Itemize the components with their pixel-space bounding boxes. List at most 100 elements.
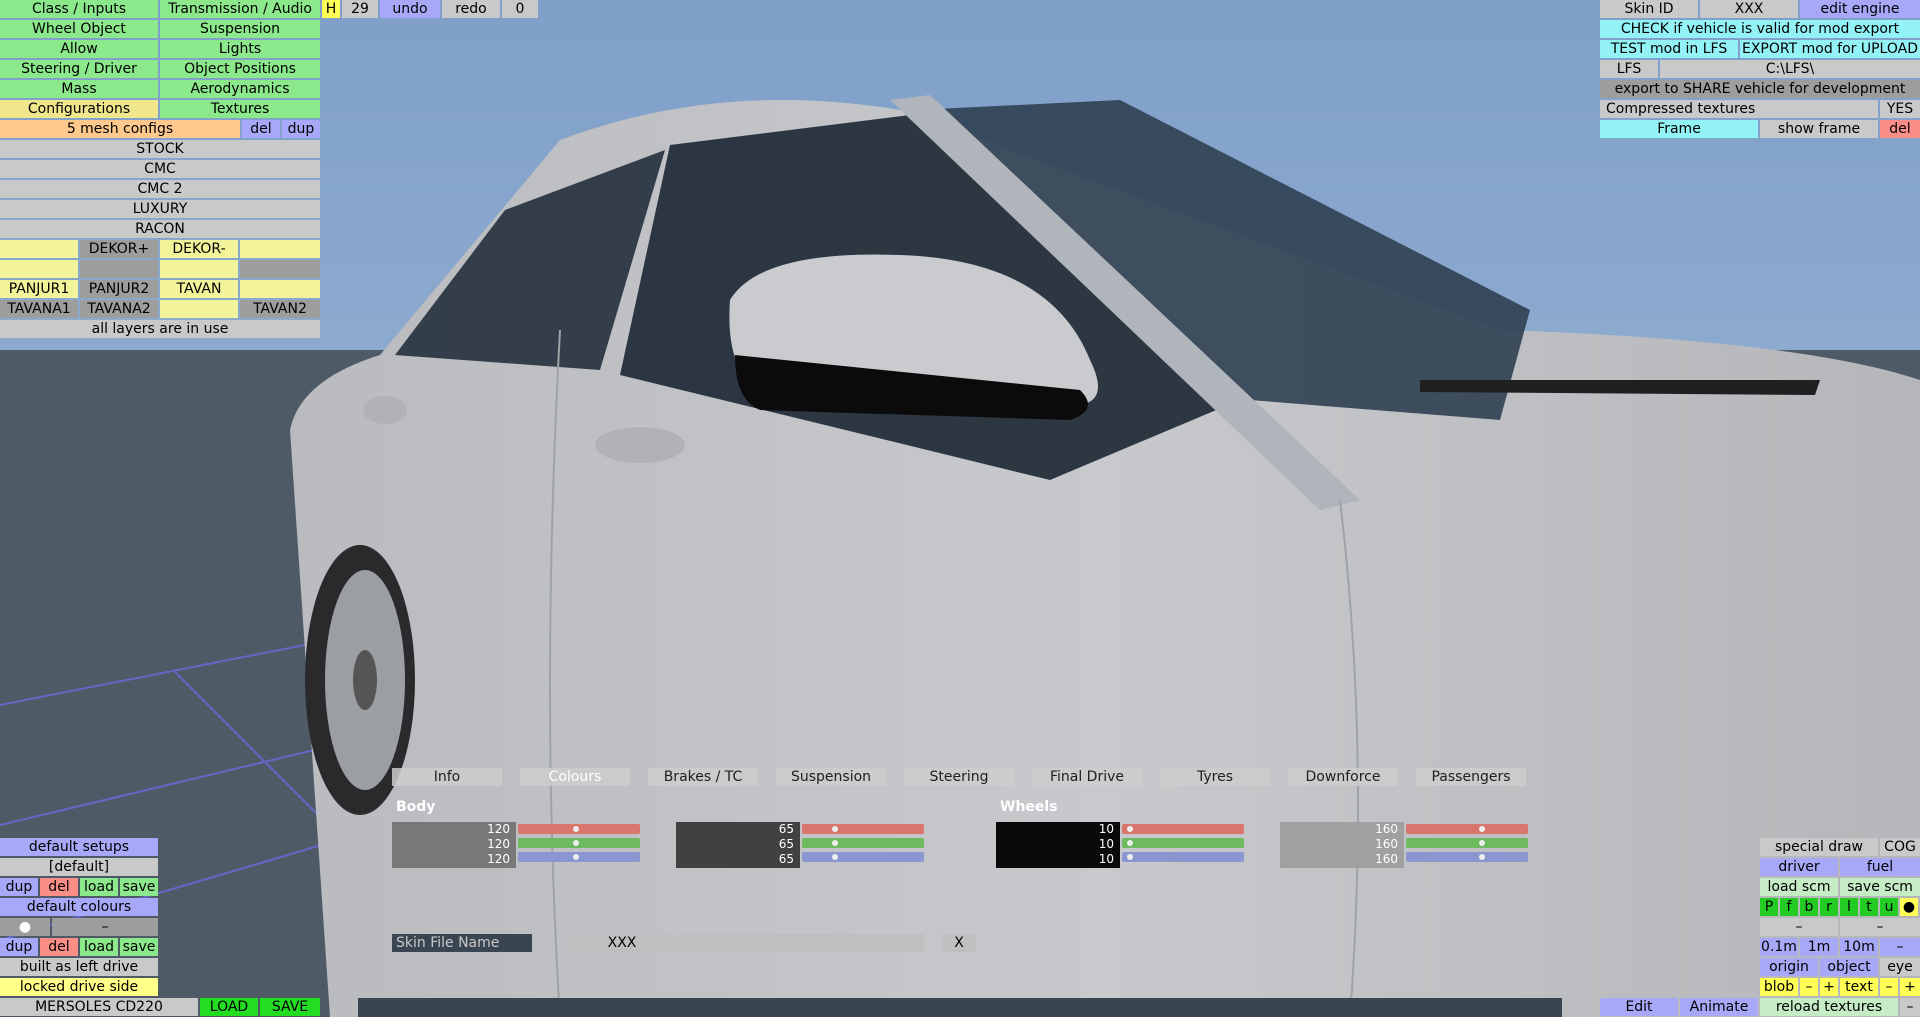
colour-load-button[interactable]: load bbox=[80, 938, 118, 956]
swatch-g-slider[interactable] bbox=[1122, 838, 1244, 848]
text-minus-button[interactable]: – bbox=[1880, 978, 1898, 996]
save-car-button[interactable]: SAVE bbox=[260, 998, 320, 1016]
eye-button[interactable]: eye bbox=[1880, 958, 1920, 976]
save-scm-button[interactable]: save scm bbox=[1840, 878, 1920, 896]
layer-tavana2[interactable]: TAVANA2 bbox=[80, 300, 158, 318]
menu-transmission-audio[interactable]: Transmission / Audio bbox=[160, 0, 320, 18]
layer-slot[interactable] bbox=[160, 260, 238, 278]
colour-swatch[interactable]: 120 120 120 bbox=[392, 822, 516, 868]
swatch-b-slider[interactable] bbox=[802, 852, 924, 862]
skin-file-value[interactable]: XXX bbox=[570, 934, 674, 952]
frame-button[interactable]: Frame bbox=[1600, 120, 1758, 138]
tab-tyres[interactable]: Tyres bbox=[1160, 768, 1270, 786]
layer-slot[interactable] bbox=[80, 260, 158, 278]
layer-slot[interactable] bbox=[160, 300, 238, 318]
menu-configurations[interactable]: Configurations bbox=[0, 100, 158, 118]
slider-knob[interactable] bbox=[1127, 840, 1133, 846]
edit-engine-button[interactable]: edit engine bbox=[1800, 0, 1920, 18]
text-button[interactable]: text bbox=[1840, 978, 1878, 996]
skin-id-value[interactable]: XXX bbox=[1700, 0, 1798, 18]
colour-save-button[interactable]: save bbox=[120, 938, 158, 956]
colour-dot-toggle[interactable]: ● bbox=[0, 918, 50, 936]
menu-steering-driver[interactable]: Steering / Driver bbox=[0, 60, 158, 78]
layer-slot[interactable] bbox=[0, 260, 78, 278]
driver-button[interactable]: driver bbox=[1760, 858, 1838, 876]
colour-swatch[interactable]: 65 65 65 bbox=[676, 822, 800, 868]
swatch-g-slider[interactable] bbox=[518, 838, 640, 848]
config-cmc[interactable]: CMC bbox=[0, 160, 320, 178]
blob-button[interactable]: blob bbox=[1760, 978, 1798, 996]
tab-suspension[interactable]: Suspension bbox=[776, 768, 886, 786]
slider-knob[interactable] bbox=[573, 826, 579, 832]
zoom-minus[interactable]: – bbox=[1880, 938, 1920, 956]
view-toggle-dot[interactable]: ● bbox=[1900, 898, 1918, 916]
blob-minus-button[interactable]: – bbox=[1800, 978, 1818, 996]
special-draw-button[interactable]: special draw bbox=[1760, 838, 1878, 856]
h-button[interactable]: H bbox=[322, 0, 340, 18]
undo-button[interactable]: undo bbox=[380, 0, 440, 18]
object-button[interactable]: object bbox=[1820, 958, 1878, 976]
cog-button[interactable]: COG bbox=[1880, 838, 1920, 856]
layer-dekor-plus[interactable]: DEKOR+ bbox=[80, 240, 158, 258]
tab-colours[interactable]: Colours bbox=[520, 768, 630, 786]
redo-button[interactable]: redo bbox=[442, 0, 500, 18]
view-toggle-f[interactable]: f bbox=[1780, 898, 1798, 916]
zoom-0-1m[interactable]: 0.1m bbox=[1760, 938, 1798, 956]
skin-close-button[interactable]: X bbox=[942, 934, 976, 952]
layer-tavan2[interactable]: TAVAN2 bbox=[240, 300, 320, 318]
config-luxury[interactable]: LUXURY bbox=[0, 200, 320, 218]
view-toggle-r[interactable]: r bbox=[1820, 898, 1838, 916]
swatch-r-slider[interactable] bbox=[518, 824, 640, 834]
show-frame-button[interactable]: show frame bbox=[1760, 120, 1878, 138]
slider-knob[interactable] bbox=[1479, 854, 1485, 860]
layer-slot[interactable] bbox=[0, 240, 78, 258]
slider-knob[interactable] bbox=[832, 840, 838, 846]
menu-aerodynamics[interactable]: Aerodynamics bbox=[160, 80, 320, 98]
colour-del-button[interactable]: del bbox=[40, 938, 78, 956]
view-toggle-P[interactable]: P bbox=[1760, 898, 1778, 916]
layer-slot[interactable] bbox=[240, 280, 320, 298]
layer-slot[interactable] bbox=[240, 240, 320, 258]
text-plus-button[interactable]: + bbox=[1900, 978, 1920, 996]
load-car-button[interactable]: LOAD bbox=[200, 998, 258, 1016]
layer-slot[interactable] bbox=[240, 260, 320, 278]
menu-lights[interactable]: Lights bbox=[160, 40, 320, 58]
frame-del-button[interactable]: del bbox=[1880, 120, 1920, 138]
colour-dash[interactable]: – bbox=[52, 918, 158, 936]
swatch-g-slider[interactable] bbox=[1406, 838, 1528, 848]
config-cmc2[interactable]: CMC 2 bbox=[0, 180, 320, 198]
setup-load-button[interactable]: load bbox=[80, 878, 118, 896]
tab-brakes-tc[interactable]: Brakes / TC bbox=[648, 768, 758, 786]
default-setups-button[interactable]: default setups bbox=[0, 838, 158, 856]
menu-object-positions[interactable]: Object Positions bbox=[160, 60, 320, 78]
slider-knob[interactable] bbox=[1479, 840, 1485, 846]
layer-dekor-minus[interactable]: DEKOR- bbox=[160, 240, 238, 258]
zoom-1m[interactable]: 1m bbox=[1800, 938, 1838, 956]
origin-button[interactable]: origin bbox=[1760, 958, 1818, 976]
default-colours-button[interactable]: default colours bbox=[0, 898, 158, 916]
view-toggle-t[interactable]: t bbox=[1860, 898, 1878, 916]
menu-mass[interactable]: Mass bbox=[0, 80, 158, 98]
view-toggle-l[interactable]: l bbox=[1840, 898, 1858, 916]
config-stock[interactable]: STOCK bbox=[0, 140, 320, 158]
slider-knob[interactable] bbox=[573, 840, 579, 846]
tab-info[interactable]: Info bbox=[392, 768, 502, 786]
mesh-del-button[interactable]: del bbox=[242, 120, 280, 138]
swatch-r-slider[interactable] bbox=[802, 824, 924, 834]
colour-swatch[interactable]: 10 10 10 bbox=[996, 822, 1120, 868]
setup-del-button[interactable]: del bbox=[40, 878, 78, 896]
edit-mode-button[interactable]: Edit bbox=[1600, 998, 1678, 1016]
blob-plus-button[interactable]: + bbox=[1820, 978, 1838, 996]
swatch-b-slider[interactable] bbox=[1406, 852, 1528, 862]
tab-steering[interactable]: Steering bbox=[904, 768, 1014, 786]
slider-knob[interactable] bbox=[1479, 826, 1485, 832]
layer-tavana1[interactable]: TAVANA1 bbox=[0, 300, 78, 318]
export-mod-button[interactable]: EXPORT mod for UPLOAD bbox=[1740, 40, 1920, 58]
swatch-g-slider[interactable] bbox=[802, 838, 924, 848]
lfs-path[interactable]: C:\LFS\ bbox=[1660, 60, 1920, 78]
menu-textures[interactable]: Textures bbox=[160, 100, 320, 118]
swatch-r-slider[interactable] bbox=[1406, 824, 1528, 834]
slider-knob[interactable] bbox=[832, 854, 838, 860]
swatch-b-slider[interactable] bbox=[1122, 852, 1244, 862]
layer-panjur2[interactable]: PANJUR2 bbox=[80, 280, 158, 298]
